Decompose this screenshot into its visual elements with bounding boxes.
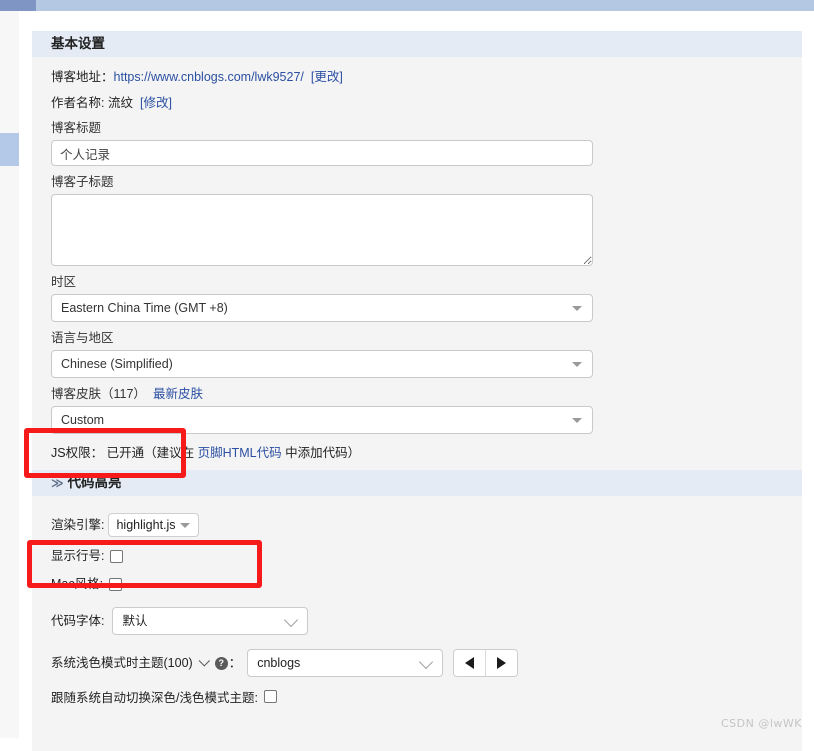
skin-value: Custom <box>61 413 105 427</box>
blog-address-label: 博客地址： <box>51 70 114 84</box>
light-theme-colon: ： <box>228 656 242 670</box>
timezone-select[interactable]: Eastern China Time (GMT +8) <box>51 294 593 322</box>
blog-subtitle-textarea[interactable] <box>51 194 593 266</box>
theme-next-button[interactable] <box>485 650 518 676</box>
scrollbar-thumb[interactable] <box>0 133 19 166</box>
section-header-highlight[interactable]: ≫ 代码高亮 <box>32 470 802 496</box>
js-permission-label: JS权限： <box>51 446 104 460</box>
line-numbers-row: 显示行号: <box>51 547 783 565</box>
footer-html-code-link[interactable]: 页脚HTML代码 <box>198 446 282 460</box>
browser-top-bar-accent <box>0 0 36 11</box>
author-name-row: 作者名称: 流纹 [修改] <box>51 94 783 112</box>
code-font-select[interactable]: 默认 <box>112 607 309 635</box>
section-body-highlight: 渲染引擎: highlight.js 显示行号: Mac风格: 代码字体: 默认 <box>32 496 802 714</box>
render-engine-row: 渲染引擎: highlight.js <box>51 513 783 537</box>
light-theme-row: 系统浅色模式时主题(100) ? ： cnblogs <box>51 649 783 677</box>
chevron-down-icon <box>572 418 582 423</box>
theme-stepper-group <box>453 649 519 677</box>
line-numbers-label: 显示行号: <box>51 549 105 563</box>
section-title-basic: 基本设置 <box>51 36 105 51</box>
light-theme-value: cnblogs <box>257 656 301 670</box>
js-permission-row: JS权限： 已开通（建议在 页脚HTML代码 中添加代码） <box>51 444 783 462</box>
arrow-right-icon <box>497 657 507 669</box>
language-value: Chinese (Simplified) <box>61 357 173 371</box>
chevron-down-icon <box>572 306 582 311</box>
blog-address-change-link[interactable]: [更改] <box>311 70 343 84</box>
code-font-label: 代码字体: <box>51 614 105 628</box>
auto-switch-checkbox[interactable] <box>263 690 277 703</box>
render-engine-label: 渲染引擎: <box>51 518 105 532</box>
newest-skin-link[interactable]: 最新皮肤 <box>153 387 203 401</box>
chevron-down-icon <box>284 612 299 628</box>
blog-address-row: 博客地址：https://www.cnblogs.com/lwk9527/ [更改… <box>51 68 783 86</box>
author-name-value: 流纹 <box>107 96 133 110</box>
blog-address-link[interactable]: https://www.cnblogs.com/lwk9527/ <box>114 70 304 84</box>
section-title-highlight: 代码高亮 <box>67 475 122 490</box>
code-font-value: 默认 <box>122 614 148 628</box>
render-engine-select[interactable]: highlight.js <box>108 513 200 537</box>
watermark: CSDN @lwWK <box>720 717 802 730</box>
page-canvas: 基本设置 博客地址：https://www.cnblogs.com/lwk952… <box>19 11 814 751</box>
author-name-label: 作者名称: <box>51 96 105 110</box>
language-label: 语言与地区 <box>51 331 114 345</box>
mac-style-label: Mac风格: <box>51 577 104 591</box>
section-header-basic[interactable]: 基本设置 <box>32 31 802 57</box>
theme-prev-button[interactable] <box>454 650 486 676</box>
blog-subtitle-label: 博客子标题 <box>51 175 114 189</box>
settings-panel: 基本设置 博客地址：https://www.cnblogs.com/lwk952… <box>32 31 802 751</box>
section-body-basic: 博客地址：https://www.cnblogs.com/lwk9527/ [更改… <box>32 57 802 470</box>
blog-title-input[interactable] <box>51 140 593 166</box>
left-scroll-rail[interactable] <box>0 11 19 738</box>
chevron-down-icon <box>180 523 191 528</box>
chevron-double-down-icon: ≫ <box>51 476 64 490</box>
blog-title-label: 博客标题 <box>51 121 102 135</box>
skin-label: 博客皮肤（117） <box>51 387 146 401</box>
skin-select[interactable]: Custom <box>51 406 593 434</box>
chevron-down-icon <box>419 654 434 670</box>
chevron-down-icon[interactable] <box>198 655 210 667</box>
light-theme-select[interactable]: cnblogs <box>247 649 444 677</box>
arrow-left-icon <box>465 657 475 669</box>
render-engine-value: highlight.js <box>116 518 176 532</box>
chevron-down-icon <box>572 362 582 367</box>
js-hint-prefix: （建议在 <box>144 446 198 460</box>
browser-top-bar <box>0 0 814 11</box>
help-icon[interactable]: ? <box>214 656 228 670</box>
js-hint-suffix: 中添加代码） <box>281 446 361 460</box>
language-select[interactable]: Chinese (Simplified) <box>51 350 593 378</box>
js-permission-status: 已开通 <box>106 446 145 460</box>
auto-switch-row: 跟随系统自动切换深色/浅色模式主题: <box>51 687 783 706</box>
mac-style-checkbox[interactable] <box>109 577 123 591</box>
author-name-edit-link[interactable]: [修改] <box>140 96 172 110</box>
skin-label-row: 博客皮肤（117） 最新皮肤 <box>51 386 783 402</box>
code-font-row: 代码字体: 默认 <box>51 607 783 635</box>
line-numbers-checkbox[interactable] <box>110 549 124 563</box>
timezone-value: Eastern China Time (GMT +8) <box>61 301 228 315</box>
mac-style-row: Mac风格: <box>51 575 783 593</box>
timezone-label: 时区 <box>51 275 77 289</box>
light-theme-label: 系统浅色模式时主题(100) <box>51 656 193 670</box>
auto-switch-label: 跟随系统自动切换深色/浅色模式主题: <box>51 691 258 705</box>
